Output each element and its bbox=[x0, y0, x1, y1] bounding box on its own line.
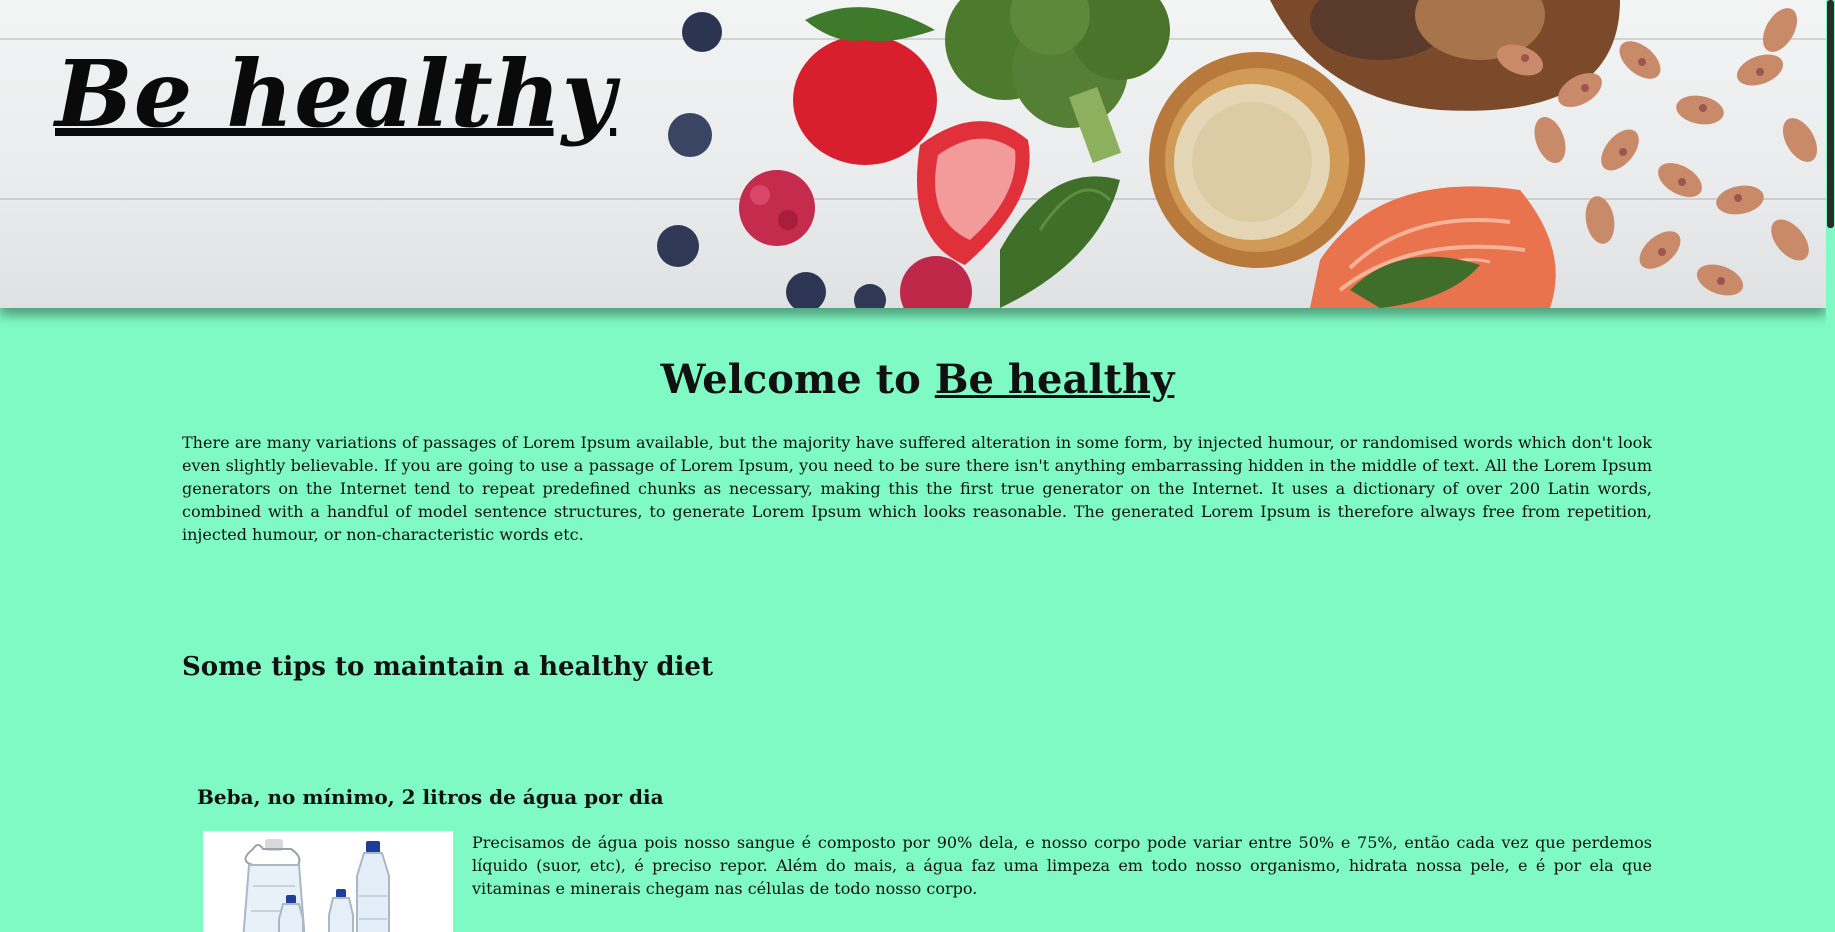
healthy-food-image bbox=[657, 0, 1818, 308]
page-scrollbar[interactable] bbox=[1826, 0, 1835, 932]
water-bottles-image bbox=[203, 831, 453, 932]
water-bottles-icon bbox=[242, 839, 390, 932]
scrollbar-thumb[interactable] bbox=[1827, 0, 1834, 228]
page: Be healthy Welcome to Be healthy There a… bbox=[0, 0, 1835, 932]
site-logo[interactable]: Be healthy bbox=[55, 40, 616, 148]
tip-text: Precisamos de água pois nosso sangue é c… bbox=[472, 833, 1652, 898]
tip-title: Beba, no mínimo, 2 litros de água por di… bbox=[197, 785, 664, 809]
header-banner: Be healthy bbox=[0, 0, 1826, 308]
welcome-brand-link[interactable]: Be healthy bbox=[935, 356, 1175, 403]
welcome-prefix: Welcome to bbox=[660, 356, 935, 403]
tips-heading: Some tips to maintain a healthy diet bbox=[182, 652, 713, 682]
welcome-title: Welcome to Be healthy bbox=[0, 356, 1835, 403]
intro-paragraph: There are many variations of passages of… bbox=[182, 433, 1652, 544]
